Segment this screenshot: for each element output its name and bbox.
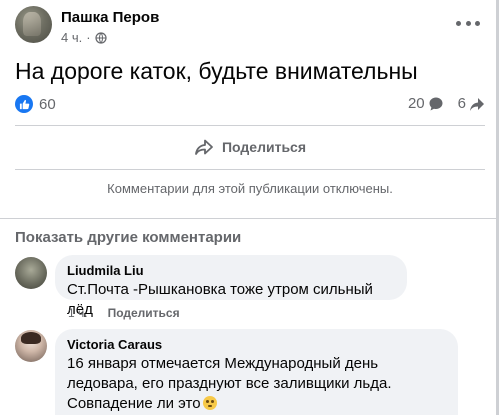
comment-text-line: Совпадение ли это	[67, 395, 201, 412]
shares-count[interactable]: 6	[458, 95, 466, 112]
like-icon	[15, 95, 33, 113]
share-label: Поделиться	[221, 139, 307, 155]
comment-bubble: Liudmila Liu Ст.Почта -Рышкановка тоже у…	[55, 255, 407, 318]
view-more-comments-link[interactable]: Показать другие комментарии	[15, 229, 241, 246]
author-name[interactable]: Пашка Перов	[61, 9, 159, 26]
reactions-summary[interactable]: 60	[15, 95, 56, 113]
meta-separator: ·	[86, 30, 91, 45]
post-time[interactable]: 4 ч.	[61, 30, 82, 45]
divider	[15, 169, 485, 170]
share-count-icon	[470, 97, 484, 111]
globe-icon	[94, 31, 107, 44]
comment-share-link[interactable]: Поделиться	[108, 306, 180, 320]
post-meta: 4 ч. ·	[61, 30, 107, 45]
commenter-avatar[interactable]	[15, 330, 47, 362]
share-icon	[195, 139, 213, 155]
commenter-name[interactable]: Liudmila Liu	[67, 263, 395, 278]
post-text: На дороге каток, будьте внимательны	[15, 58, 418, 84]
comments-section: Показать другие комментарии Liudmila Liu…	[0, 218, 499, 415]
comment-text-line: 16 января отмечается Международный день	[67, 355, 379, 372]
comment-bubble: Victoria Caraus 16 января отмечается Меж…	[55, 329, 458, 415]
commenter-name[interactable]: Victoria Caraus	[67, 337, 446, 352]
comment-text-line-with-emoji: Совпадение ли это	[67, 394, 446, 414]
comment-actions: 1 ч. Поделиться	[68, 306, 180, 320]
comments-count[interactable]: 20	[408, 95, 425, 112]
engagement-stats: 20 6	[408, 95, 485, 112]
comment-text-line: ледовара, его празднуют все заливщики ль…	[67, 375, 392, 392]
divider	[15, 125, 485, 126]
share-button[interactable]: Поделиться	[15, 132, 485, 162]
more-icon[interactable]	[456, 16, 480, 30]
comment-time[interactable]: 1 ч.	[68, 306, 88, 320]
comment-icon	[429, 97, 443, 110]
commenter-avatar[interactable]	[15, 257, 47, 289]
likes-count: 60	[39, 95, 56, 113]
emoji-icon	[202, 396, 217, 410]
comments-disabled-notice: Комментарии для этой публикации отключен…	[107, 181, 393, 196]
author-avatar[interactable]	[15, 6, 52, 43]
